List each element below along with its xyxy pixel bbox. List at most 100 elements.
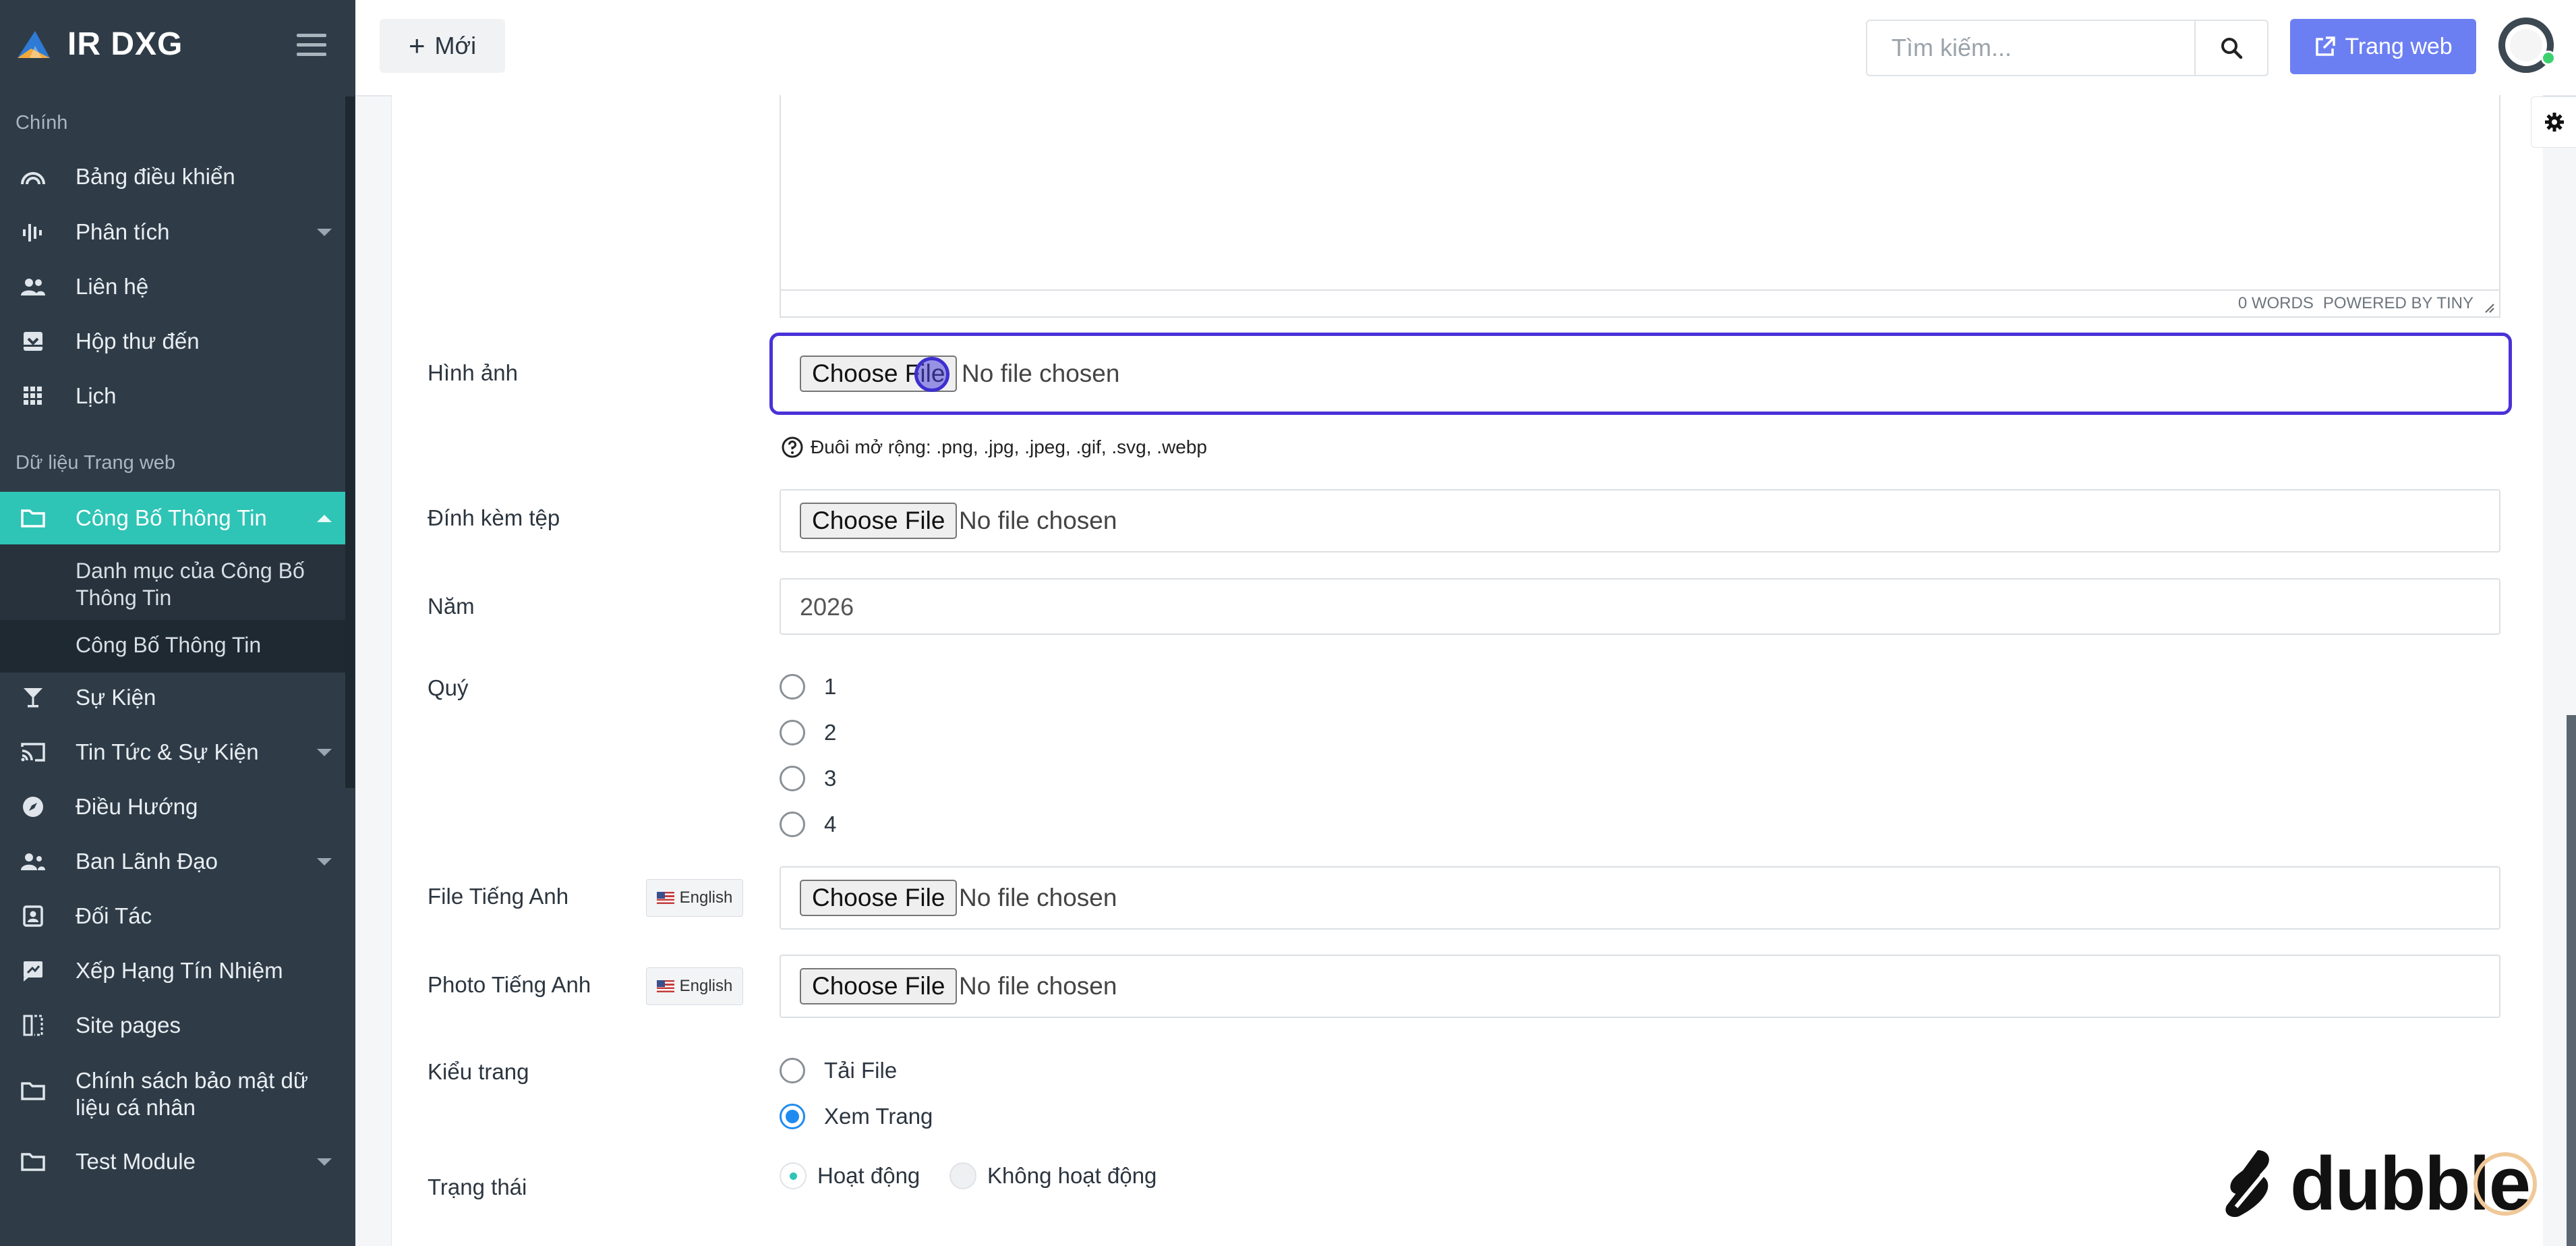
- image-file-input[interactable]: Choose File No file chosen: [769, 333, 2512, 415]
- online-status-dot: [2541, 51, 2556, 65]
- page-type-option-view[interactable]: Xem Trang: [780, 1104, 933, 1129]
- sidebar-item-label: Site pages: [76, 1013, 181, 1038]
- editor-word-count: 0 WORDS: [2237, 294, 2314, 312]
- sidebar-item-navigation[interactable]: Điều Hướng: [0, 781, 345, 833]
- choose-file-button[interactable]: Choose File: [800, 503, 958, 539]
- quarter-option-2[interactable]: 2: [780, 720, 836, 745]
- settings-tab[interactable]: [2531, 96, 2576, 148]
- choose-file-button[interactable]: Choose File: [800, 880, 958, 916]
- search-input[interactable]: [1890, 21, 2190, 75]
- quarter-option-4[interactable]: 4: [780, 812, 836, 837]
- sidebar-item-events[interactable]: Sự Kiện: [0, 671, 345, 724]
- radio-button-checked[interactable]: [780, 1162, 807, 1189]
- search-field[interactable]: [1866, 20, 2196, 76]
- editor-powered-by[interactable]: POWERED BY TINY: [2323, 294, 2473, 312]
- language-badge-text: English: [679, 888, 733, 907]
- sidebar-subitem-category[interactable]: Danh mục của Công Bố Thông Tin: [76, 557, 332, 611]
- page-type-option-download[interactable]: Tải File: [780, 1058, 897, 1083]
- dubble-logo-icon: [2225, 1150, 2269, 1217]
- grid-icon: [18, 380, 49, 412]
- sidebar-item-test-module[interactable]: Test Module: [0, 1135, 345, 1188]
- radio-button[interactable]: [780, 720, 805, 745]
- photo-en-input[interactable]: Choose File No file chosen: [780, 955, 2500, 1018]
- attachment-label: Đính kèm tệp: [428, 505, 560, 530]
- cocktail-icon: [18, 682, 49, 713]
- status-option-label: Hoạt động: [817, 1163, 920, 1188]
- sidebar-item-contacts[interactable]: Liên hệ: [0, 260, 345, 313]
- topbar: + Mới Trang web: [355, 0, 2576, 96]
- status-option-active[interactable]: Hoạt động: [780, 1162, 920, 1189]
- file-en-input[interactable]: Choose File No file chosen: [780, 866, 2500, 930]
- sidebar-item-rating[interactable]: Xếp Hạng Tín Nhiệm: [0, 944, 345, 997]
- sidebar-item-label: Tin Tức & Sự Kiện: [76, 739, 259, 764]
- quarter-option-1[interactable]: 1: [780, 674, 836, 700]
- sidebar-item-disclosure[interactable]: Công Bố Thông Tin: [0, 492, 345, 544]
- language-badge-text: English: [679, 977, 733, 995]
- quarter-label: Quý: [428, 675, 469, 700]
- gear-icon: [2544, 113, 2564, 132]
- quarter-option-label: 1: [824, 674, 837, 699]
- resize-handle-icon[interactable]: [2483, 302, 2495, 314]
- plus-icon: +: [408, 30, 426, 61]
- sidebar-item-label: Đối Tác: [76, 903, 152, 928]
- sidebar-item-dashboard[interactable]: Bảng điều khiển: [0, 150, 345, 203]
- sidebar-item-label: Lịch: [76, 383, 117, 408]
- radio-button[interactable]: [780, 766, 805, 791]
- sidebar-item-privacy[interactable]: Chính sách bảo mật dữ liệu cá nhân: [0, 1067, 345, 1135]
- status-option-inactive[interactable]: Không hoạt động: [949, 1162, 1157, 1189]
- menu-toggle-icon[interactable]: [297, 34, 326, 57]
- sidebar-item-analytics[interactable]: Phân tích: [0, 206, 345, 258]
- radio-button[interactable]: [780, 812, 805, 837]
- radio-button[interactable]: [949, 1162, 976, 1189]
- year-input[interactable]: 2026: [780, 578, 2500, 635]
- sidebar-item-site-pages[interactable]: Site pages: [0, 999, 345, 1052]
- chat-launcher[interactable]: [2473, 1152, 2537, 1216]
- search-button[interactable]: [2194, 20, 2268, 76]
- page-scrollbar[interactable]: [2567, 715, 2576, 1246]
- file-status-text: No file chosen: [959, 884, 1117, 911]
- year-value: 2026: [800, 593, 854, 621]
- attachment-file-input[interactable]: Choose File No file chosen: [780, 489, 2500, 553]
- page-type-option-label: Tải File: [824, 1058, 898, 1083]
- choose-file-button[interactable]: Choose File: [800, 968, 958, 1004]
- language-badge: English: [646, 967, 743, 1005]
- chevron-down-icon: [317, 1158, 332, 1166]
- brand[interactable]: IR DXG: [0, 0, 345, 92]
- quarter-option-3[interactable]: 3: [780, 766, 836, 791]
- sidebar-subitem-disclosure[interactable]: Công Bố Thông Tin: [76, 631, 261, 658]
- chevron-down-icon: [317, 228, 332, 236]
- brand-name: IR DXG: [67, 26, 183, 62]
- page-type-option-label: Xem Trang: [824, 1104, 933, 1129]
- radio-button[interactable]: [780, 674, 805, 700]
- file-status-text: No file chosen: [962, 360, 1120, 387]
- rich-text-editor[interactable]: 0 WORDS POWERED BY TINY: [780, 95, 2500, 318]
- external-link-icon: [2316, 36, 2336, 56]
- photo-en-label: Photo Tiếng Anh: [428, 972, 591, 997]
- chevron-down-icon: [317, 857, 332, 866]
- brand-logo-icon: [18, 31, 50, 58]
- editor-statusbar: 0 WORDS POWERED BY TINY: [781, 289, 2499, 316]
- sidebar-item-calendar[interactable]: Lịch: [0, 370, 345, 422]
- new-button[interactable]: + Mới: [380, 19, 505, 73]
- website-button[interactable]: Trang web: [2290, 19, 2476, 74]
- sidebar-item-partners[interactable]: Đối Tác: [0, 890, 345, 942]
- year-label: Năm: [428, 594, 475, 619]
- people-icon: [18, 271, 49, 302]
- file-en-label: File Tiếng Anh: [428, 884, 569, 909]
- sidebar-item-label: Công Bố Thông Tin: [76, 505, 267, 530]
- sidebar-item-news[interactable]: Tin Tức & Sự Kiện: [0, 726, 345, 778]
- quarter-option-label: 2: [824, 720, 837, 745]
- radio-button-checked[interactable]: [780, 1104, 805, 1129]
- sidebar-scrollbar[interactable]: [345, 96, 355, 788]
- us-flag-icon: [656, 892, 674, 904]
- sidebar-section-data: Dữ liệu Trang web: [16, 452, 176, 474]
- sidebar-item-inbox[interactable]: Hộp thư đến: [0, 315, 345, 368]
- sidebar-item-label: Liên hệ: [76, 274, 149, 299]
- sidebar-item-label: Bảng điều khiển: [76, 164, 235, 189]
- quarter-option-label: 4: [824, 812, 837, 837]
- click-indicator: [914, 357, 949, 392]
- compass-icon: [18, 791, 49, 822]
- quarter-option-label: 3: [824, 766, 837, 791]
- sidebar-item-leadership[interactable]: Ban Lãnh Đạo: [0, 835, 345, 888]
- radio-button[interactable]: [780, 1058, 805, 1083]
